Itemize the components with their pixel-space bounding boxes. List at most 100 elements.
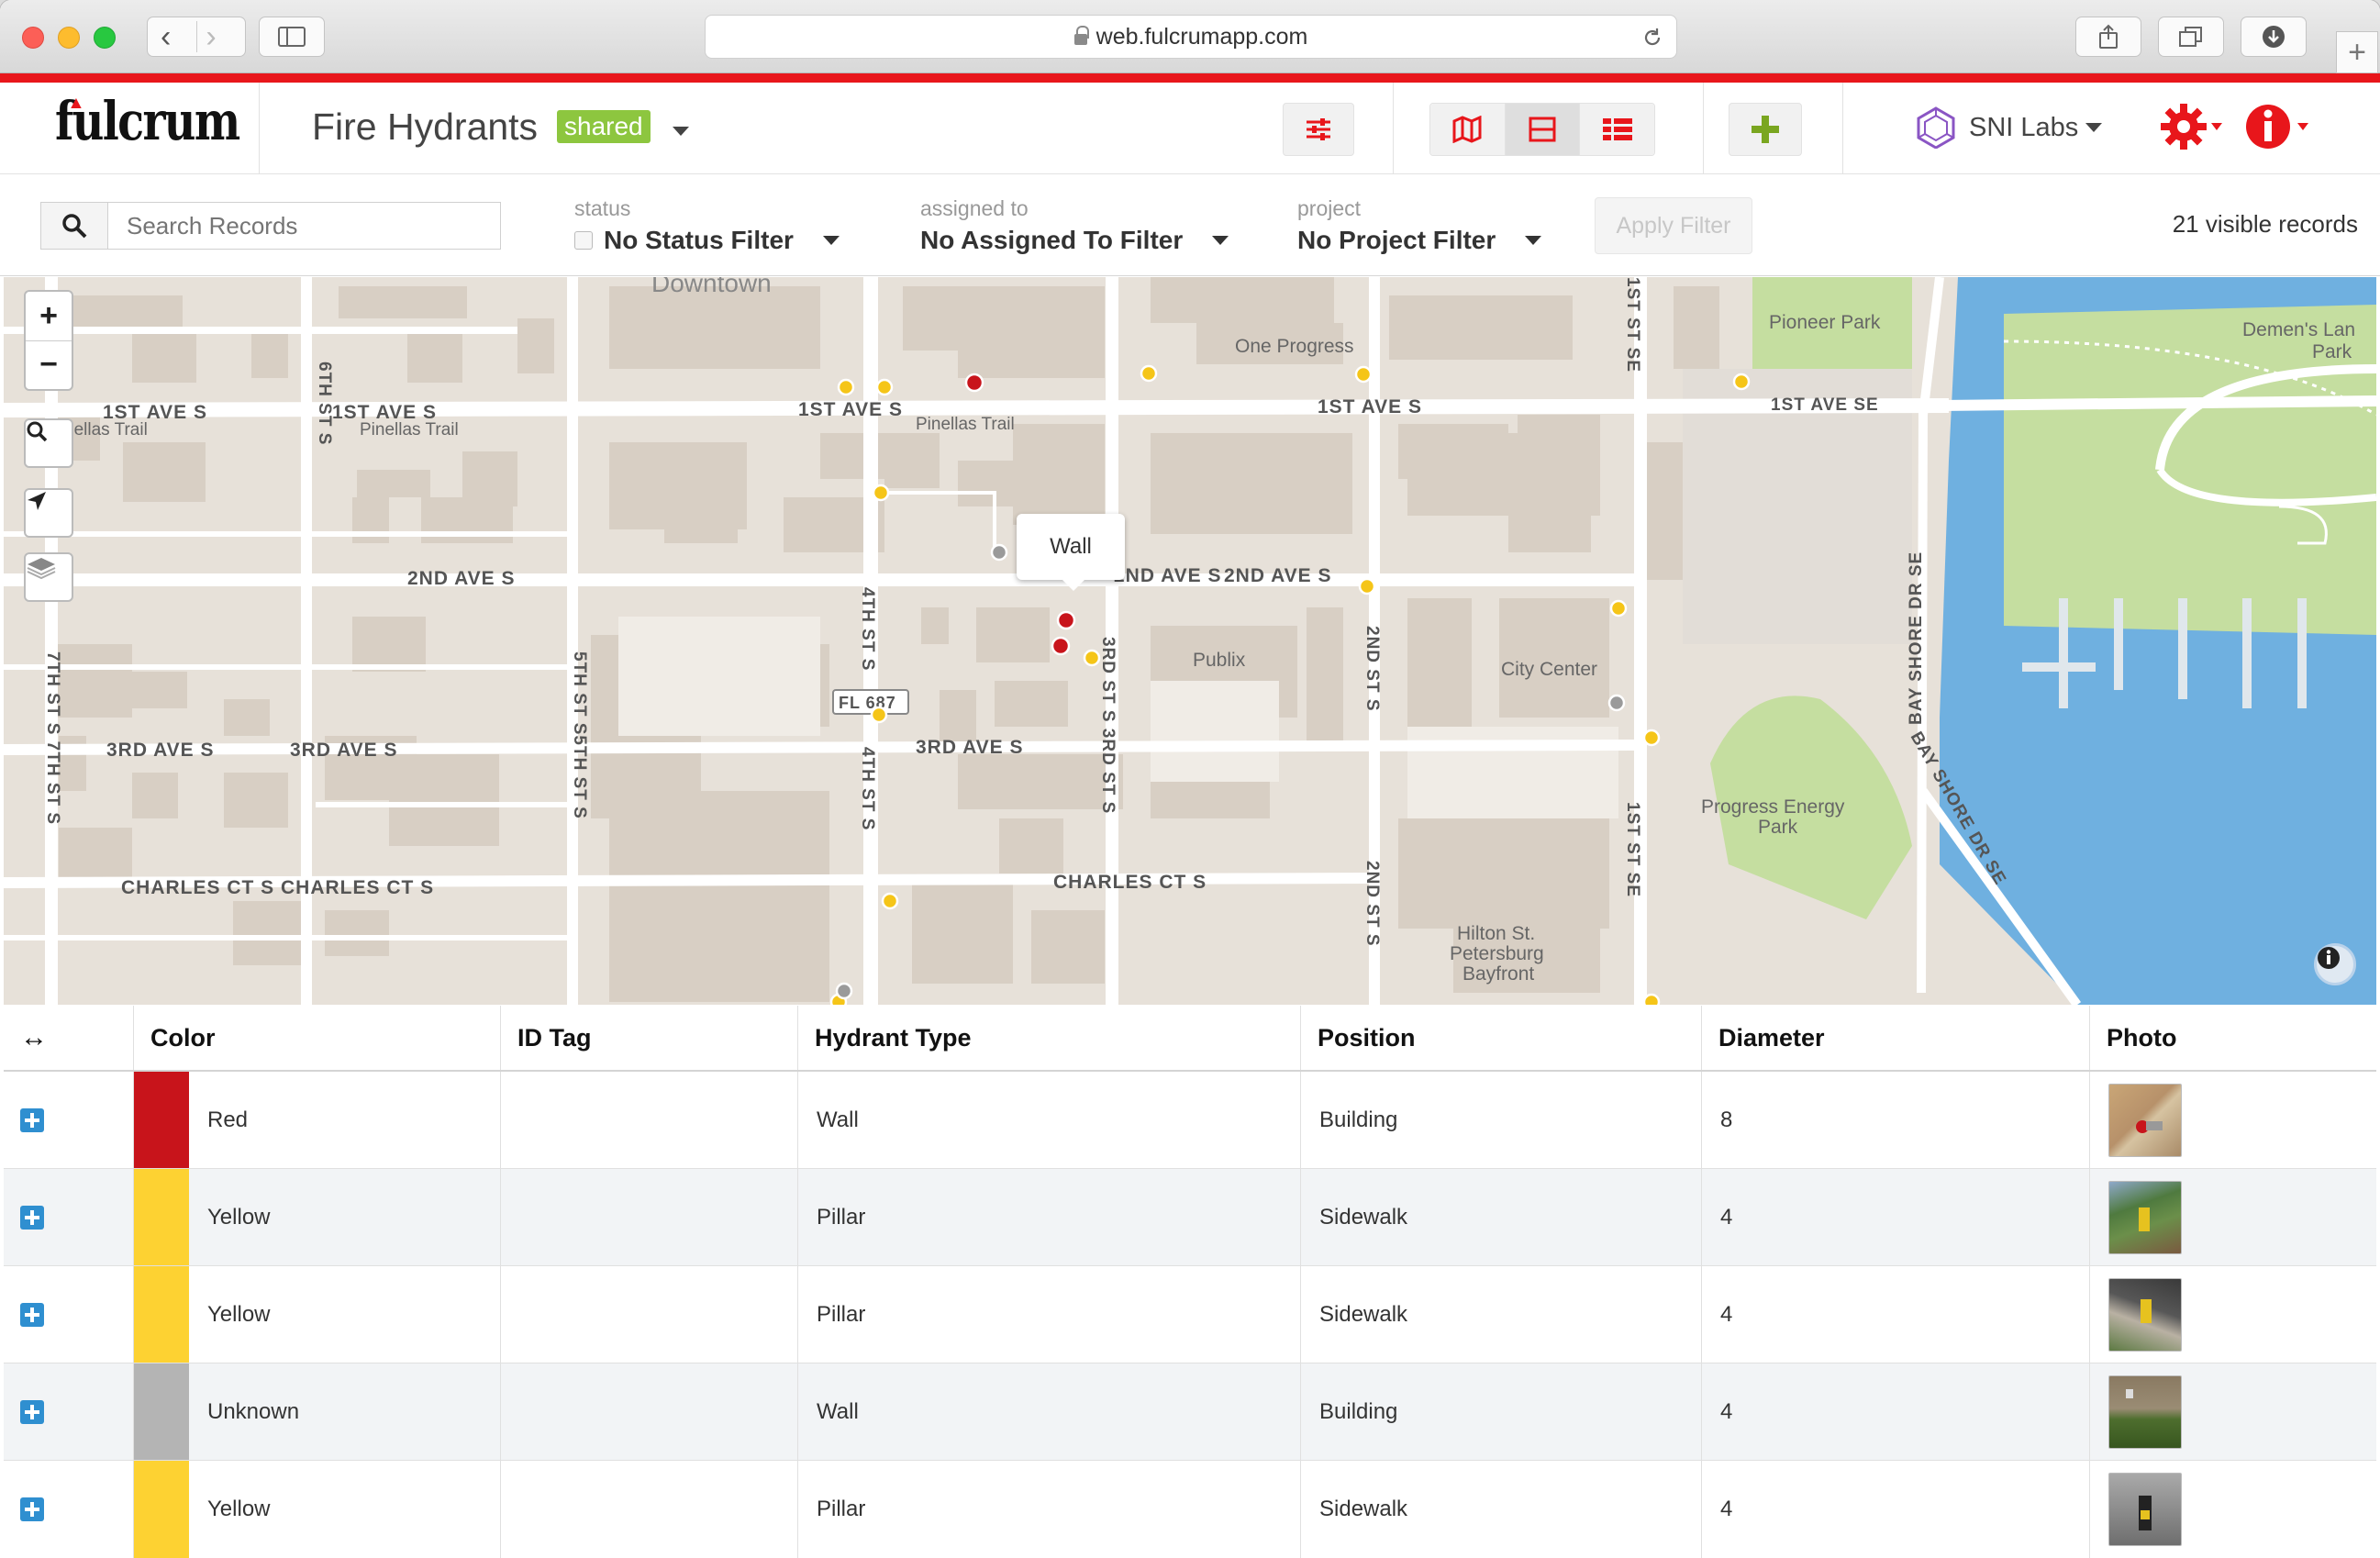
map-label: Demen's Lan <box>2242 319 2355 340</box>
org-name: SNI Labs <box>1969 112 2079 142</box>
map-label: Pinellas Trail <box>360 420 459 440</box>
zoom-out-button[interactable]: − <box>26 339 72 389</box>
hydrant-marker-yellow[interactable] <box>872 484 890 502</box>
column-header-hydrant-type[interactable]: Hydrant Type <box>798 1006 1301 1070</box>
photo-thumbnail[interactable] <box>2108 1277 2182 1352</box>
photo-thumbnail[interactable] <box>2108 1083 2182 1157</box>
expand-row-button[interactable] <box>20 1205 44 1230</box>
sliders-icon <box>1307 118 1330 140</box>
brand-bar <box>0 73 2380 83</box>
search-button[interactable] <box>40 202 108 250</box>
close-window-button[interactable] <box>22 27 44 49</box>
status-filter-checkbox[interactable] <box>574 231 593 250</box>
hydrant-marker-yellow[interactable] <box>1609 599 1628 618</box>
hydrant-marker-yellow[interactable] <box>1642 729 1661 747</box>
map-label: 5TH ST S5TH ST S <box>570 651 589 819</box>
address-bar[interactable]: web.fulcrumapp.com <box>705 15 1677 59</box>
hydrant-marker-red[interactable] <box>1051 636 1071 656</box>
hydrant-marker-red[interactable] <box>964 373 984 393</box>
layers-button[interactable] <box>24 552 73 602</box>
expand-row-button[interactable] <box>20 1107 44 1132</box>
assigned-filter-label: assigned to <box>920 196 1029 220</box>
status-filter[interactable]: No Status Filter <box>574 226 840 255</box>
table-row[interactable]: Yellow Pillar Sidewalk 4 <box>4 1266 2376 1363</box>
columns-settings-button[interactable] <box>1283 103 1354 156</box>
hydrant-marker-yellow[interactable] <box>1083 649 1101 667</box>
plaza <box>1151 681 1279 782</box>
expand-row-button[interactable] <box>20 1497 44 1521</box>
zoom-in-button[interactable]: + <box>26 292 72 340</box>
map-view-button[interactable] <box>1430 104 1506 155</box>
hydrant-marker-gray[interactable] <box>1607 694 1626 712</box>
back-arrow-icon[interactable]: ‹ <box>161 19 171 55</box>
location-arrow-icon <box>28 492 46 510</box>
table-row[interactable]: Red Wall Building 8 <box>4 1072 2376 1169</box>
share-icon <box>2099 24 2118 49</box>
diameter-value: 4 <box>1702 1266 2090 1363</box>
settings-caret-icon <box>2211 123 2222 130</box>
new-tab-button[interactable]: + <box>2336 31 2378 73</box>
hydrant-marker-yellow[interactable] <box>881 892 899 910</box>
photo-thumbnail[interactable] <box>2108 1374 2182 1449</box>
help-menu[interactable] <box>2244 103 2308 150</box>
apply-filter-button[interactable]: Apply Filter <box>1595 197 1752 254</box>
table-row[interactable]: Unknown Wall Building 4 <box>4 1363 2376 1461</box>
search-input[interactable] <box>108 202 501 250</box>
downloads-button[interactable] <box>2241 17 2307 57</box>
expand-row-button[interactable] <box>20 1399 44 1424</box>
settings-menu[interactable] <box>2160 103 2222 150</box>
map-canvas[interactable]: 1ST AVE S 1ST AVE S 1ST AVE S 1ST AVE S … <box>4 277 2376 1005</box>
column-header-color[interactable]: Color <box>134 1006 501 1070</box>
hydrant-marker-yellow[interactable] <box>1354 365 1373 384</box>
resize-columns-handle[interactable]: ↔ <box>4 1006 134 1070</box>
tabs-overview-button[interactable] <box>2158 17 2224 57</box>
share-button[interactable] <box>2075 17 2141 57</box>
hydrant-marker-red[interactable] <box>1056 610 1076 630</box>
locate-me-button[interactable] <box>24 488 73 538</box>
id-tag-value <box>501 1266 798 1363</box>
fulcrum-logo[interactable]: fulcrum <box>55 90 240 152</box>
add-record-button[interactable] <box>1729 103 1802 156</box>
tabs-icon <box>2179 27 2202 47</box>
hydrant-marker-gray[interactable] <box>990 543 1008 562</box>
zoom-window-button[interactable] <box>94 27 116 49</box>
color-swatch <box>134 1266 189 1363</box>
column-header-diameter[interactable]: Diameter <box>1702 1006 2090 1070</box>
gear-icon <box>2161 104 2207 150</box>
map-view[interactable]: 1ST AVE S 1ST AVE S 1ST AVE S 1ST AVE S … <box>4 277 2376 1005</box>
marker-popup[interactable]: Wall <box>1017 514 1125 591</box>
project-filter[interactable]: No Project Filter <box>1297 226 1542 255</box>
table-row[interactable]: Yellow Pillar Sidewalk 4 <box>4 1461 2376 1558</box>
expand-row-button[interactable] <box>20 1302 44 1327</box>
assigned-filter[interactable]: No Assigned To Filter <box>920 226 1229 255</box>
minimize-window-button[interactable] <box>58 27 80 49</box>
app-title[interactable]: Fire Hydrants <box>312 106 538 149</box>
column-header-photo[interactable]: Photo <box>2090 1006 2376 1070</box>
org-switcher[interactable]: SNI Labs <box>1916 106 2103 149</box>
split-view-button[interactable] <box>1505 104 1581 155</box>
map-search-button[interactable] <box>24 418 73 468</box>
hydrant-marker-yellow[interactable] <box>870 706 888 724</box>
photo-thumbnail[interactable] <box>2108 1473 2182 1546</box>
table-view-button[interactable] <box>1580 104 1654 155</box>
map-icon <box>1452 116 1482 143</box>
hydrant-marker-yellow[interactable] <box>875 378 894 396</box>
hydrant-marker-yellow[interactable] <box>1358 577 1376 595</box>
column-header-id-tag[interactable]: ID Tag <box>501 1006 798 1070</box>
hydrant-marker-yellow[interactable] <box>1140 364 1158 383</box>
map-attribution-button[interactable] <box>2314 943 2356 985</box>
app-switch-caret-icon[interactable] <box>673 127 689 136</box>
photo-thumbnail[interactable] <box>2108 1180 2182 1254</box>
column-header-position[interactable]: Position <box>1301 1006 1702 1070</box>
table-row[interactable]: Yellow Pillar Sidewalk 4 <box>4 1169 2376 1266</box>
map-label: FL 687 <box>839 694 896 712</box>
browser-toolbar: ‹ › web.fulcrumapp.com + <box>0 0 2380 73</box>
hydrant-marker-yellow[interactable] <box>837 378 855 396</box>
reload-icon[interactable] <box>1641 27 1663 49</box>
forward-arrow-icon[interactable]: › <box>206 19 216 55</box>
sidebar-toggle-button[interactable] <box>259 17 325 57</box>
hydrant-marker-gray[interactable] <box>835 982 853 1000</box>
hydrant-marker-yellow[interactable] <box>1732 373 1751 391</box>
map-label: 6TH ST S <box>315 362 334 445</box>
hydrant-marker-yellow[interactable] <box>1642 993 1661 1005</box>
